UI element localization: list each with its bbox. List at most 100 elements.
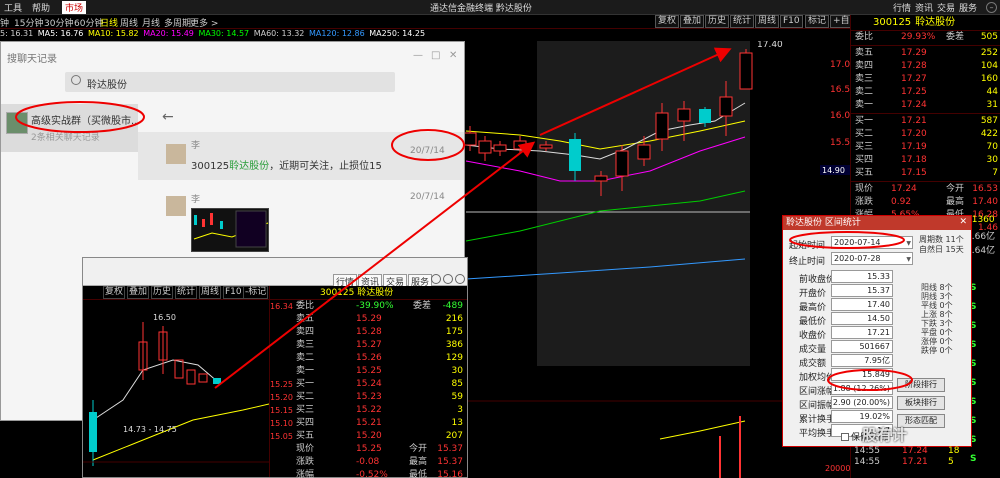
chevron-down-icon: ▼ bbox=[906, 240, 911, 247]
ma-value: 5: 16.31 bbox=[0, 29, 34, 38]
period-30min[interactable]: 30分钟 bbox=[44, 16, 73, 29]
inset-order-row: 15.20 买二 15.23 59 bbox=[270, 391, 467, 404]
interval-stats-dialog: 聆达股份 区间统计 ✕ 起始时间 2020-07-14 ▼ 终止时间 2020-0… bbox=[782, 215, 972, 447]
order-price: 17.24 bbox=[901, 100, 927, 110]
stage-rank-button[interactable]: 阶段排行 bbox=[897, 378, 945, 392]
tool-stats[interactable]: 统计 bbox=[730, 15, 755, 28]
menu-info[interactable]: 资讯 bbox=[915, 1, 933, 14]
candle-body bbox=[569, 139, 581, 171]
stat-value: 16.53 bbox=[972, 184, 998, 194]
stat-label: 涨跌 bbox=[855, 197, 874, 207]
inset-weicha-label: 委差 bbox=[412, 301, 431, 311]
tool-mark[interactable]: 标记 bbox=[805, 15, 830, 28]
minimize-icon[interactable]: – bbox=[986, 2, 997, 13]
order-volume: 207 bbox=[445, 431, 463, 441]
inset-order-row: 卖三 15.27 386 bbox=[270, 339, 467, 352]
tool-weekly[interactable]: 周线 bbox=[755, 15, 780, 28]
tool-overlay[interactable]: 叠加 bbox=[680, 15, 705, 28]
period-weekly[interactable]: 周线 bbox=[120, 16, 138, 29]
order-level-label: 买五 bbox=[855, 168, 874, 178]
inset-tool-adjust[interactable]: 复权 bbox=[103, 286, 126, 299]
inset-tool-f10[interactable]: F10 bbox=[223, 286, 244, 299]
end-date-value: 2020-07-28 bbox=[834, 254, 881, 263]
tool-f10[interactable]: F10 bbox=[780, 15, 803, 28]
inset-weicha-value: -489 bbox=[442, 301, 463, 311]
close-icon[interactable]: ✕ bbox=[449, 50, 457, 61]
order-price: 15.22 bbox=[356, 405, 382, 415]
order-level-label: 卖二 bbox=[855, 87, 874, 97]
inset-tool-weekly[interactable]: 周线 bbox=[199, 286, 222, 299]
inset-tool-history[interactable]: 历史 bbox=[151, 286, 174, 299]
inset-candle bbox=[186, 369, 196, 385]
inset-axis-label: 15.10 bbox=[270, 419, 293, 428]
candle-body bbox=[594, 175, 608, 182]
group-match-count: 2条相关聊天记录 bbox=[31, 133, 100, 143]
tool-adjust[interactable]: 复权 bbox=[655, 15, 680, 28]
tick-price: 17.24 bbox=[902, 446, 928, 456]
order-volume: 386 bbox=[445, 340, 463, 350]
candle-body bbox=[655, 112, 669, 140]
top-menu-bar: 工具 帮助 市场 通达信金融终端 黔达股份 行情 资讯 交易 服务 – bbox=[0, 0, 1000, 15]
period-daily[interactable]: 日线 bbox=[100, 16, 118, 29]
weicha-label: 委差 bbox=[945, 32, 964, 42]
chat-search-input[interactable]: 聆达股份 bbox=[65, 72, 395, 92]
tool-history[interactable]: 历史 bbox=[705, 15, 730, 28]
period-min[interactable]: 钟 bbox=[0, 16, 9, 29]
chat-message[interactable]: 李 20/7/14 bbox=[138, 186, 464, 266]
inset-kline-chart[interactable]: 16.50 14.73 - 14.75 bbox=[83, 300, 269, 477]
chat-group-item[interactable]: 高级实战群（买微股市... 2条相关聊天记录 bbox=[1, 104, 141, 152]
period-monthly[interactable]: 月线 bbox=[142, 16, 160, 29]
search-icon bbox=[71, 75, 81, 85]
minimize-icon[interactable]: — bbox=[413, 50, 423, 61]
candle-body bbox=[513, 140, 527, 150]
inset-range-label: 14.73 - 14.75 bbox=[123, 425, 177, 434]
order-book-row: 卖五 17.29 252 bbox=[851, 47, 1000, 60]
candle-body bbox=[719, 96, 733, 117]
message-image[interactable] bbox=[191, 208, 269, 252]
order-book-row: 卖三 17.27 160 bbox=[851, 73, 1000, 86]
price-label: 16.50 bbox=[830, 85, 850, 95]
avatar bbox=[166, 196, 186, 216]
tick-price: 17.21 bbox=[902, 457, 928, 467]
stats-row-value: 15.33 bbox=[831, 270, 893, 283]
chat-message[interactable]: 李 20/7/14 300125聆达股份，近期可关注，止损位15 bbox=[138, 132, 464, 180]
menu-service[interactable]: 服务 bbox=[959, 1, 977, 14]
menu-tools[interactable]: 工具 bbox=[4, 1, 22, 14]
inset-axis-label: 15.15 bbox=[270, 406, 293, 415]
stats-row-value: 501667 bbox=[831, 340, 893, 353]
close-icon[interactable] bbox=[455, 274, 465, 284]
inset-tool-mark[interactable]: -标记 bbox=[243, 286, 269, 299]
period-15min[interactable]: 15分钟 bbox=[14, 16, 43, 29]
order-volume: 422 bbox=[980, 129, 998, 139]
end-date-picker[interactable]: 2020-07-28 ▼ bbox=[831, 252, 913, 265]
inset-order-row: 卖二 15.26 129 bbox=[270, 352, 467, 365]
menu-quotes[interactable]: 行情 bbox=[893, 1, 911, 14]
start-date-value: 2020-07-14 bbox=[834, 238, 881, 247]
stat-value: 15.16 bbox=[437, 470, 463, 478]
menu-help[interactable]: 帮助 bbox=[32, 1, 50, 14]
inset-tool-stats[interactable]: 统计 bbox=[175, 286, 198, 299]
menu-market[interactable]: 市场 bbox=[62, 1, 87, 14]
inset-stock-code: 300125 bbox=[320, 288, 355, 298]
order-level-label: 卖二 bbox=[296, 353, 315, 363]
order-price: 15.26 bbox=[356, 353, 382, 363]
period-multi[interactable]: 多周期 bbox=[164, 16, 191, 29]
close-icon[interactable]: ✕ bbox=[959, 217, 967, 227]
message-sender: 李 bbox=[191, 195, 201, 205]
order-price: 17.27 bbox=[901, 74, 927, 84]
menu-trade[interactable]: 交易 bbox=[937, 1, 955, 14]
start-date-picker[interactable]: 2020-07-14 ▼ bbox=[831, 236, 913, 249]
stats-row-label: 平均换手 bbox=[799, 429, 836, 439]
order-book-row: 卖二 17.25 44 bbox=[851, 86, 1000, 99]
minimize-icon[interactable] bbox=[431, 274, 441, 284]
group-name: 高级实战群（买微股市... bbox=[31, 116, 141, 127]
maximize-icon[interactable] bbox=[443, 274, 453, 284]
sector-rank-button[interactable]: 板块排行 bbox=[897, 396, 945, 410]
inset-tool-overlay[interactable]: 叠加 bbox=[127, 286, 150, 299]
period-more[interactable]: 更多 > bbox=[190, 16, 218, 29]
maximize-icon[interactable]: □ bbox=[431, 50, 440, 61]
back-arrow-icon[interactable]: ← bbox=[162, 109, 174, 125]
order-volume: 44 bbox=[986, 87, 998, 97]
order-level-label: 卖三 bbox=[855, 74, 874, 84]
order-level-label: 买一 bbox=[296, 379, 315, 389]
